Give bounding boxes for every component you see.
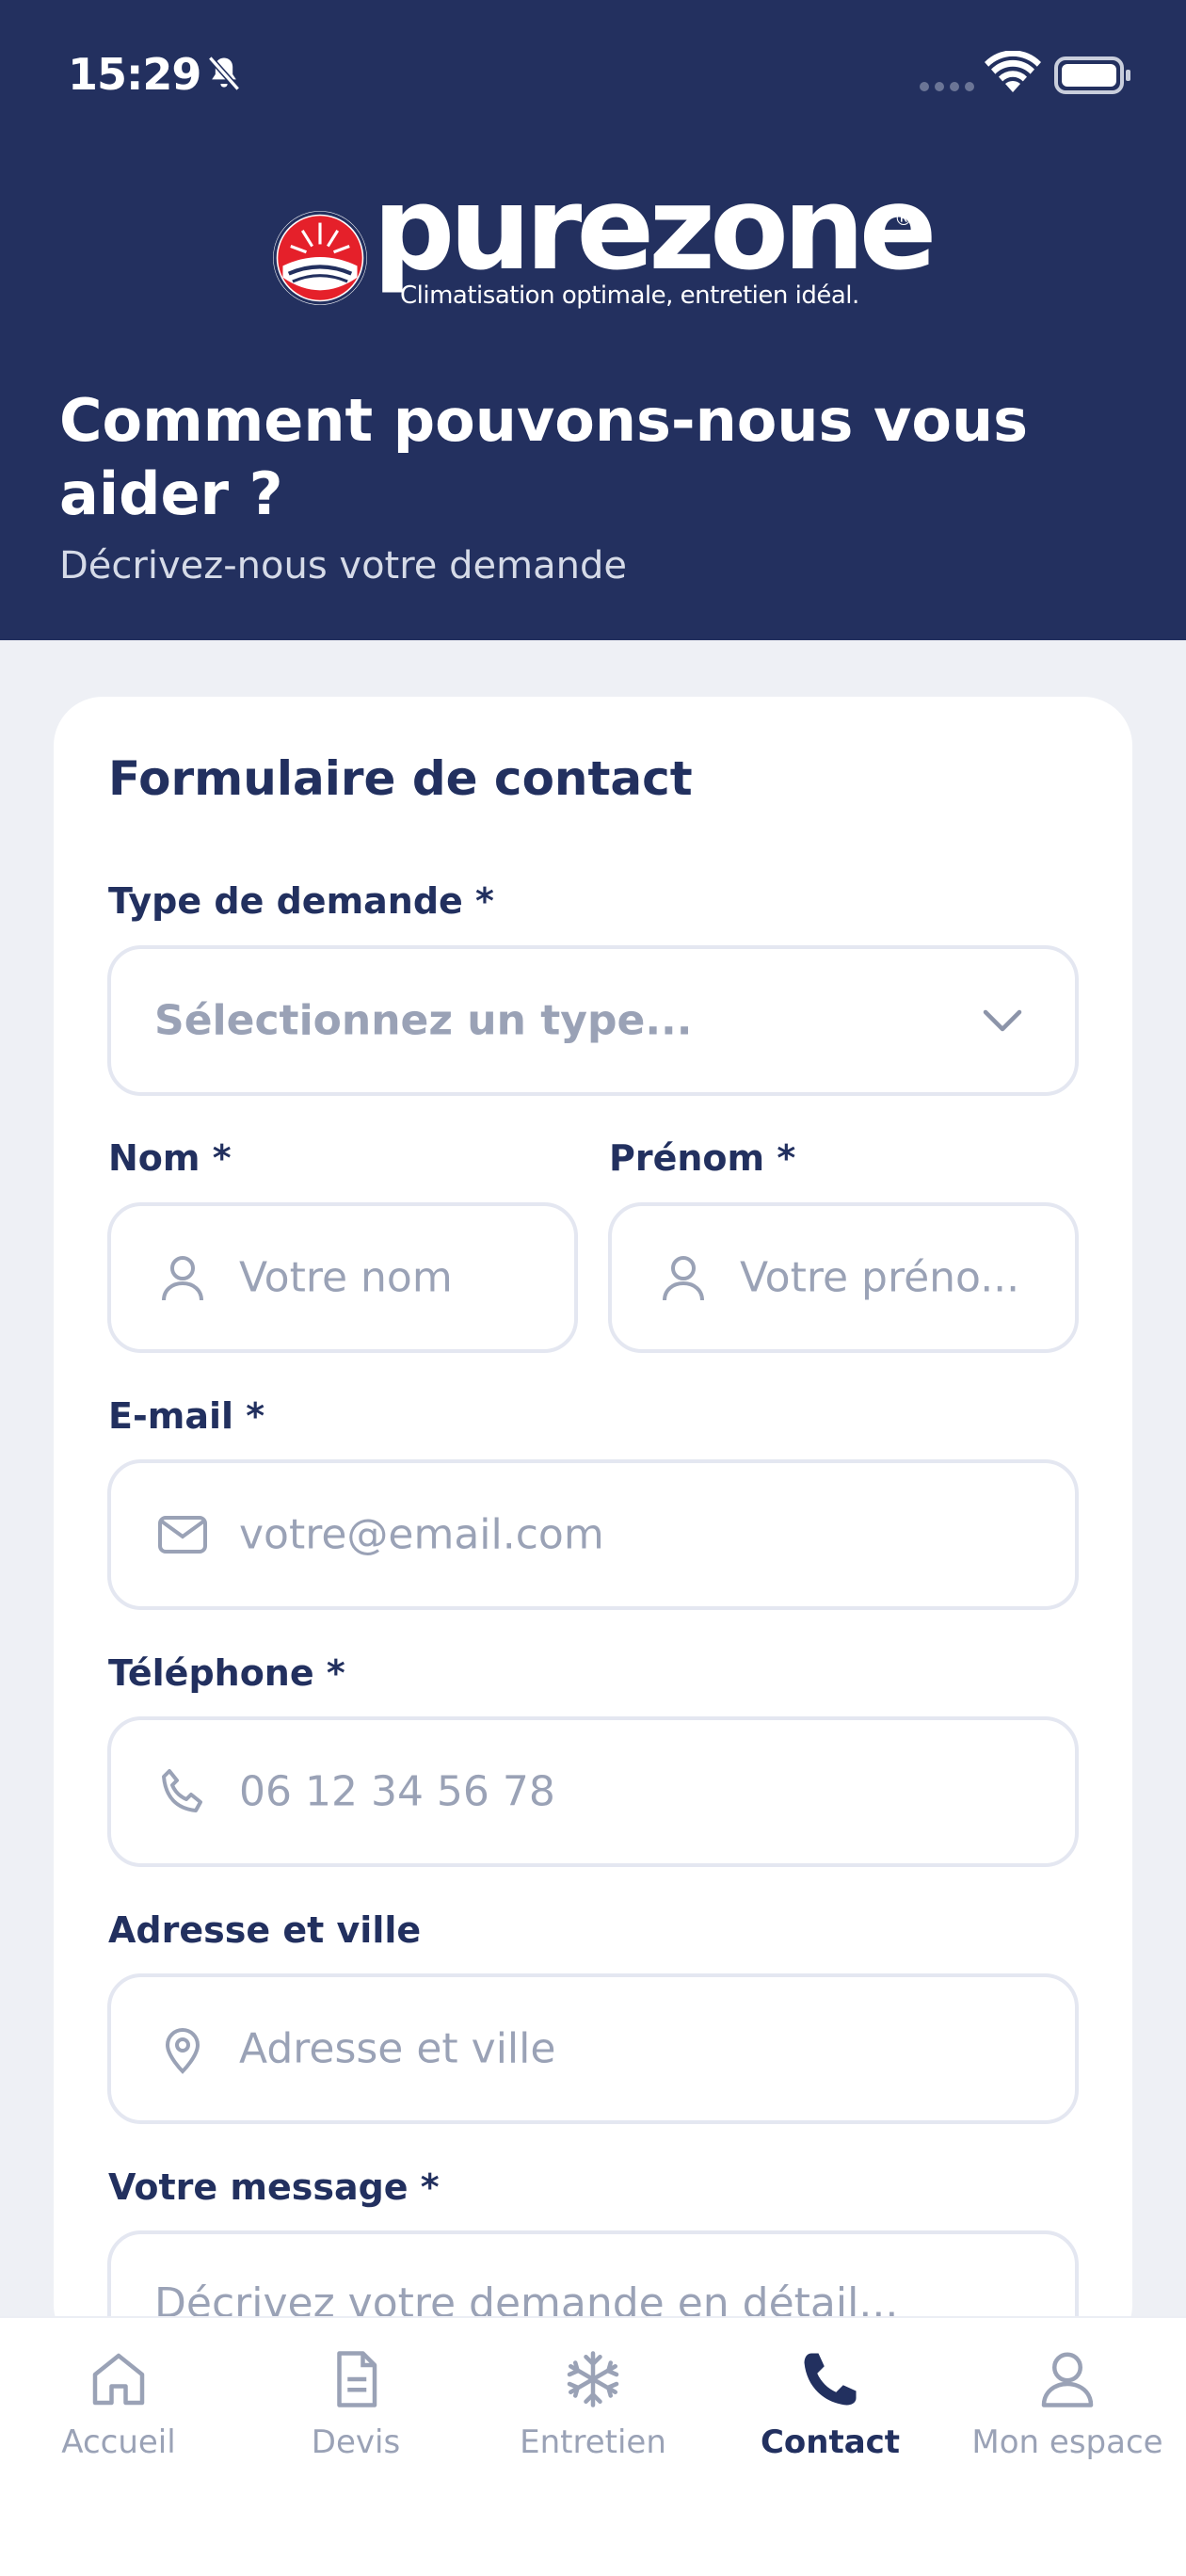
page-title: Comment pouvons-nous vous aider ? xyxy=(59,386,1029,528)
snowflake-icon xyxy=(567,2351,619,2407)
page-subtitle: Décrivez-nous votre demande xyxy=(59,544,627,588)
phone-icon xyxy=(804,2353,857,2406)
signal-icon xyxy=(920,82,974,91)
bottom-tab-bar: Accueil Devis Entretien Contact Mon espa… xyxy=(0,2316,1186,2576)
tab-entretien[interactable]: Entretien xyxy=(474,2318,712,2506)
tab-label: Accueil xyxy=(61,2423,176,2461)
user-icon xyxy=(663,1256,704,1301)
telephone-input[interactable]: 06 12 34 56 78 xyxy=(107,1716,1079,1867)
nom-label: Nom * xyxy=(108,1137,232,1179)
tab-label: Devis xyxy=(311,2423,401,2461)
logo-tagline: Climatisation optimale, entretien idéal. xyxy=(400,282,859,310)
document-icon xyxy=(337,2351,377,2407)
prenom-input[interactable]: Votre préno... xyxy=(608,1202,1079,1353)
battery-icon xyxy=(1054,56,1130,94)
tab-label: Mon espace xyxy=(971,2423,1163,2461)
prenom-placeholder: Votre préno... xyxy=(740,1253,1020,1302)
chevron-down-icon xyxy=(983,1009,1022,1032)
brand-logo: purezone ® Climatisation optimale, entre… xyxy=(271,171,938,322)
logo-emblem-icon xyxy=(273,211,367,305)
form-title: Formulaire de contact xyxy=(108,751,693,806)
email-placeholder: votre@email.com xyxy=(239,1510,604,1559)
adresse-input[interactable]: Adresse et ville xyxy=(107,1973,1079,2124)
message-label: Votre message * xyxy=(108,2166,440,2208)
tab-devis[interactable]: Devis xyxy=(237,2318,474,2506)
prenom-label: Prénom * xyxy=(609,1137,796,1179)
phone-icon xyxy=(162,1769,202,1812)
adresse-placeholder: Adresse et ville xyxy=(239,2024,556,2073)
bell-slash-icon xyxy=(207,56,241,91)
contact-form-card: Formulaire de contact Type de demande * … xyxy=(54,697,1132,2419)
type-label: Type de demande * xyxy=(108,880,494,922)
request-type-placeholder: Sélectionnez un type... xyxy=(154,996,693,1045)
adresse-label: Adresse et ville xyxy=(108,1909,422,1951)
tab-label: Contact xyxy=(760,2423,901,2461)
logo-wordmark: purezone xyxy=(373,162,938,296)
tab-label: Entretien xyxy=(520,2423,666,2461)
user-icon xyxy=(162,1256,203,1301)
user-icon xyxy=(1041,2352,1094,2407)
home-icon xyxy=(92,2353,145,2406)
telephone-label: Téléphone * xyxy=(108,1652,345,1694)
status-time: 15:29 xyxy=(68,49,201,100)
location-pin-icon xyxy=(165,2028,200,2074)
nom-placeholder: Votre nom xyxy=(239,1253,453,1302)
tab-accueil[interactable]: Accueil xyxy=(0,2318,237,2506)
email-label: E-mail * xyxy=(108,1395,265,1437)
wifi-icon xyxy=(985,51,1041,92)
request-type-select[interactable]: Sélectionnez un type... xyxy=(107,945,1079,1096)
status-bar: 15:29 xyxy=(0,0,1186,151)
tab-mon-espace[interactable]: Mon espace xyxy=(949,2318,1186,2506)
logo-registered-mark: ® xyxy=(894,207,913,230)
nom-input[interactable]: Votre nom xyxy=(107,1202,578,1353)
header: 15:29 purezone ® Climatisation optimale,… xyxy=(0,0,1186,640)
tab-contact[interactable]: Contact xyxy=(712,2318,949,2506)
email-input[interactable]: votre@email.com xyxy=(107,1459,1079,1610)
mail-icon xyxy=(158,1516,207,1554)
telephone-placeholder: 06 12 34 56 78 xyxy=(239,1767,555,1816)
